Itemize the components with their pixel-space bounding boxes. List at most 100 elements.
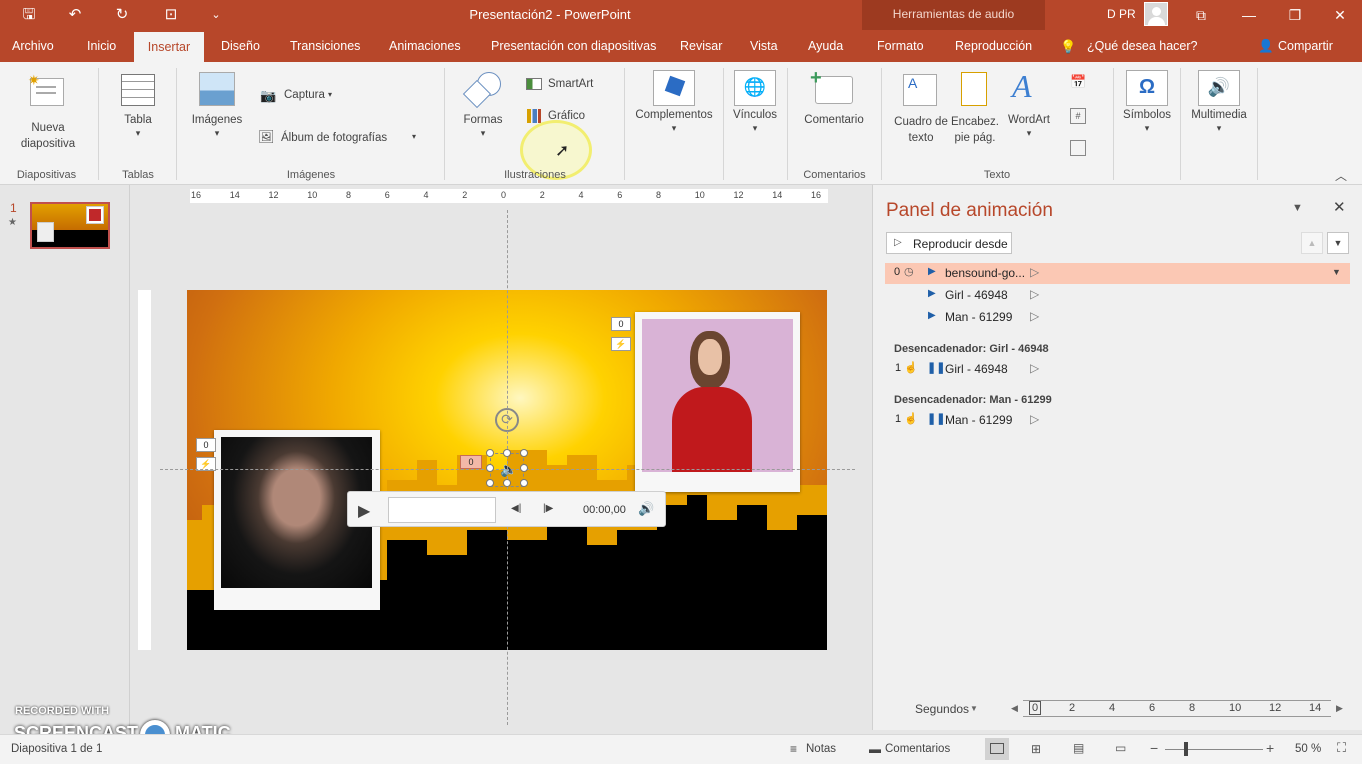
table-icon[interactable] — [121, 74, 155, 106]
tell-me-search[interactable]: ¿Qué desea hacer? — [1087, 39, 1198, 53]
anim-trigger-item[interactable]: 1 ☝ ❚❚ Man - 61299 ▷ — [885, 410, 1350, 431]
anim-item-dropdown-icon[interactable]: ▼ — [1332, 267, 1341, 277]
zoom-in-icon[interactable]: + — [1266, 740, 1274, 756]
anim-trigger-item[interactable]: 1 ☝ ❚❚ Girl - 46948 ▷ — [885, 359, 1350, 380]
addins-icon[interactable] — [653, 70, 695, 106]
tab-ayuda[interactable]: Ayuda — [808, 39, 843, 53]
redo-icon[interactable]: ↻ — [111, 5, 133, 25]
restore-icon[interactable]: ❐ — [1280, 4, 1310, 26]
volume-icon[interactable]: 🔊 — [638, 501, 654, 517]
shapes-dropdown-icon[interactable]: ▾ — [455, 128, 511, 139]
anim-item[interactable]: ▶ Man - 61299 ▷ — [885, 307, 1350, 328]
avatar[interactable] — [1144, 2, 1168, 26]
animation-tag[interactable]: 0 — [196, 438, 216, 452]
rewind-icon[interactable]: ◀| — [511, 503, 521, 514]
table-button[interactable]: Tabla — [110, 114, 166, 126]
comments-icon[interactable]: ▬ — [869, 742, 881, 756]
comment-button[interactable]: Comentario — [796, 114, 872, 126]
play-button[interactable]: ▶ — [358, 501, 370, 521]
header-footer-icon[interactable] — [961, 72, 987, 106]
links-button[interactable]: Vínculos — [726, 109, 784, 121]
timeline-scale[interactable]: 0 2 4 6 8 10 12 14 — [1023, 700, 1331, 717]
smartart-button[interactable]: SmartArt — [548, 78, 593, 90]
tab-archivo[interactable]: Archivo — [12, 39, 54, 53]
media-progress-track[interactable] — [388, 497, 496, 523]
new-slide-button[interactable]: Nueva diapositiva — [8, 120, 88, 152]
tab-diseno[interactable]: Diseño — [221, 39, 260, 53]
collapse-ribbon-icon[interactable]: ︿ — [1335, 167, 1347, 184]
comment-icon[interactable]: + — [810, 67, 853, 104]
forward-icon[interactable]: |▶ — [543, 503, 553, 514]
text-box-icon[interactable]: A — [903, 74, 937, 106]
table-dropdown-icon[interactable]: ▾ — [110, 128, 166, 139]
smartart-icon[interactable] — [526, 78, 542, 90]
move-up-icon[interactable]: ▲ — [1301, 232, 1323, 254]
trigger-lightning-icon[interactable]: ⚡ — [611, 337, 631, 351]
seconds-dropdown[interactable]: Segundos — [915, 702, 969, 716]
date-time-icon[interactable]: 📅 — [1070, 74, 1086, 90]
addins-button[interactable]: Complementos — [630, 109, 718, 121]
anim-item[interactable]: ▶ Girl - 46948 ▷ — [885, 285, 1350, 306]
play-from-button[interactable]: ▷ Reproducir desde — [886, 232, 1012, 254]
share-icon[interactable]: 👤 — [1258, 39, 1274, 54]
screenshot-button[interactable]: Captura — [284, 89, 325, 101]
symbols-button[interactable]: Símbolos — [1114, 109, 1180, 121]
tab-vista[interactable]: Vista — [750, 39, 778, 53]
wordart-button[interactable]: WordArt — [1003, 114, 1055, 126]
lightbulb-icon[interactable]: 💡 — [1060, 39, 1076, 55]
photo-album-button[interactable]: Álbum de fotografías — [281, 132, 387, 144]
reading-view-icon[interactable]: ▤ — [1073, 741, 1084, 755]
symbols-icon[interactable]: Ω — [1126, 70, 1168, 106]
tab-animaciones[interactable]: Animaciones — [389, 39, 461, 53]
notes-button[interactable]: Notas — [806, 743, 836, 755]
pane-options-icon[interactable]: ▼ — [1292, 202, 1303, 214]
screenshot-icon[interactable]: 📷 — [260, 88, 276, 104]
undo-icon[interactable]: ↶ — [64, 5, 86, 25]
slide-number-icon[interactable]: # — [1070, 108, 1086, 124]
ribbon-display-options-icon[interactable]: ⧉ — [1186, 4, 1216, 26]
move-down-icon[interactable]: ▼ — [1327, 232, 1349, 254]
tab-insertar[interactable]: Insertar — [134, 32, 204, 62]
wordart-dropdown-icon[interactable]: ▾ — [1003, 128, 1055, 139]
zoom-out-icon[interactable]: − — [1150, 740, 1158, 756]
media-dropdown-icon[interactable]: ▾ — [1184, 123, 1254, 134]
header-footer-button[interactable]: Encabez. pie pág. — [948, 114, 1002, 146]
slideshow-view-icon[interactable]: ▭ — [1115, 741, 1126, 755]
seconds-dropdown-icon[interactable]: ▼ — [970, 704, 978, 713]
photo-album-icon[interactable]: 🖼 — [258, 129, 275, 145]
user-name[interactable]: D PR — [1107, 7, 1136, 21]
symbols-dropdown-icon[interactable]: ▾ — [1114, 123, 1180, 134]
present-from-start-icon[interactable]: ⊡ — [160, 5, 182, 25]
girl-photo-frame[interactable] — [635, 312, 800, 492]
pictures-dropdown-icon[interactable]: ▾ — [185, 128, 249, 139]
chart-icon[interactable] — [527, 109, 541, 123]
zoom-slider-thumb[interactable] — [1184, 742, 1188, 756]
wordart-icon[interactable]: A — [1012, 68, 1032, 105]
timeline-right-icon[interactable]: ▶ — [1336, 703, 1343, 714]
addins-dropdown-icon[interactable]: ▾ — [630, 123, 718, 134]
tab-formato[interactable]: Formato — [877, 39, 924, 53]
notes-icon[interactable]: ≡ — [790, 742, 797, 756]
new-slide-icon[interactable]: ✷ — [28, 72, 66, 106]
zoom-level[interactable]: 50 % — [1295, 743, 1321, 755]
anim-item-selected[interactable]: 0 ◷ ▶ bensound-go... ▷ ▼ — [885, 263, 1350, 284]
tab-inicio[interactable]: Inicio — [87, 39, 116, 53]
timeline-left-icon[interactable]: ◀ — [1011, 703, 1018, 714]
animation-tag[interactable]: 0 — [611, 317, 631, 331]
save-icon[interactable]: 🖫 — [18, 5, 40, 25]
object-icon[interactable] — [1070, 140, 1086, 156]
fit-to-window-icon[interactable]: ⛶ — [1337, 740, 1346, 756]
normal-view-icon[interactable] — [985, 738, 1009, 760]
text-box-button[interactable]: Cuadro de texto — [893, 114, 949, 146]
slide-thumbnail[interactable] — [30, 202, 110, 249]
pictures-icon[interactable] — [199, 72, 235, 106]
close-icon[interactable]: ✕ — [1325, 4, 1355, 26]
links-icon[interactable]: 🌐 — [734, 70, 776, 106]
pane-close-icon[interactable]: ✕ — [1333, 198, 1346, 216]
screenshot-dropdown-icon[interactable]: ▾ — [328, 90, 332, 99]
tab-revisar[interactable]: Revisar — [680, 39, 722, 53]
minimize-icon[interactable]: — — [1234, 4, 1264, 26]
comments-button[interactable]: Comentarios — [885, 743, 950, 755]
customize-qat-icon[interactable]: ⌄ — [205, 5, 227, 25]
links-dropdown-icon[interactable]: ▾ — [726, 123, 784, 134]
